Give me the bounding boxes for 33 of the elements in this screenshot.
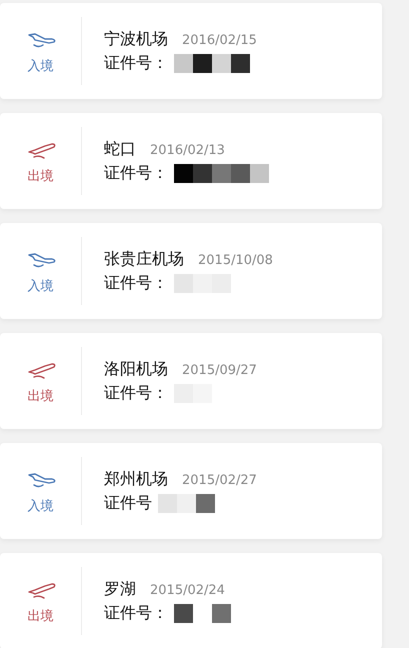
id-label: 证件号： — [104, 602, 168, 624]
direction-label: 入境 — [28, 278, 54, 295]
place-name: 张贵庄机场 — [104, 248, 184, 270]
record-card[interactable]: 出境 罗湖 2015/02/24 证件号： — [0, 553, 382, 648]
place-name: 郑州机场 — [104, 468, 168, 490]
direction-label: 出境 — [28, 168, 54, 185]
redaction-mosaic — [158, 494, 215, 512]
place-name: 蛇口 — [104, 138, 136, 160]
place-name: 宁波机场 — [104, 28, 168, 50]
id-label: 证件号： — [104, 382, 168, 404]
direction-label: 入境 — [28, 498, 54, 515]
redaction-mosaic — [174, 274, 231, 292]
id-label: 证件号： — [104, 162, 168, 184]
date-text: 2016/02/13 — [150, 142, 225, 158]
place-name: 洛阳机场 — [104, 358, 168, 380]
date-text: 2016/02/15 — [182, 32, 257, 48]
id-label: 证件号： — [104, 272, 168, 294]
direction-label: 出境 — [28, 608, 54, 625]
record-card[interactable]: 入境 郑州机场 2015/02/27 证件号 — [0, 443, 382, 539]
id-label: 证件号： — [104, 52, 168, 74]
date-text: 2015/10/08 — [198, 252, 273, 268]
redaction-mosaic — [174, 604, 231, 622]
date-text: 2015/02/24 — [150, 582, 225, 598]
direction-label: 入境 — [28, 58, 54, 75]
record-card[interactable]: 出境 蛇口 2016/02/13 证件号： — [0, 113, 382, 209]
record-card[interactable]: 出境 洛阳机场 2015/09/27 证件号： — [0, 333, 382, 429]
place-name: 罗湖 — [104, 578, 136, 600]
direction-label: 出境 — [28, 388, 54, 405]
date-text: 2015/02/27 — [182, 472, 257, 488]
id-label: 证件号 — [104, 492, 152, 514]
record-card[interactable]: 入境 张贵庄机场 2015/10/08 证件号： — [0, 223, 382, 319]
record-card[interactable]: 入境 宁波机场 2016/02/15 证件号： — [0, 3, 382, 99]
date-text: 2015/09/27 — [182, 362, 257, 378]
